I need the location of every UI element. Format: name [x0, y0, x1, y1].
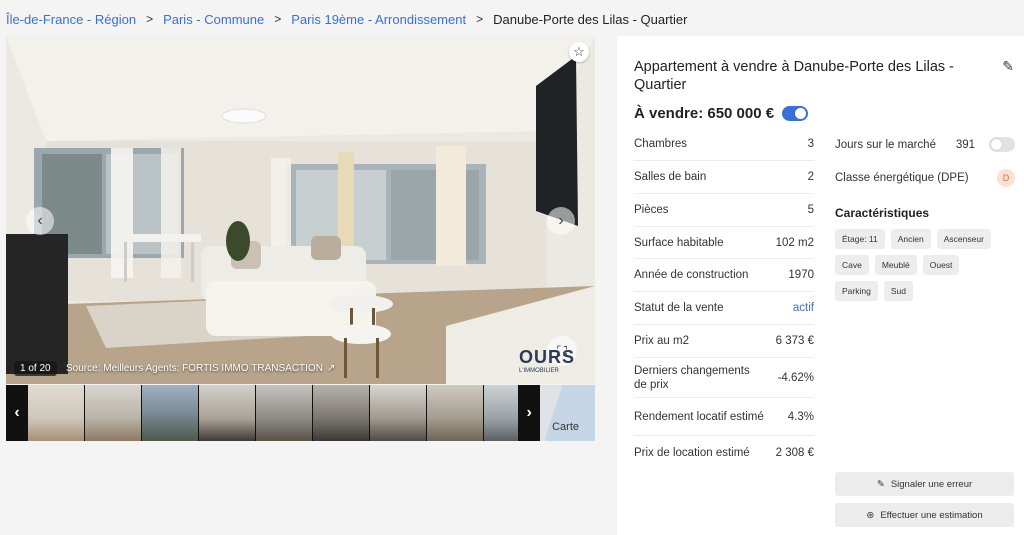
listing-panel: Appartement à vendre à Danube-Porte des … — [617, 36, 1024, 535]
sale-status-link[interactable]: actif — [793, 302, 814, 314]
edit-pencil-icon[interactable]: ✎ — [1002, 58, 1014, 75]
stat-value: -4.62% — [777, 371, 814, 384]
sale-status-toggle[interactable] — [782, 106, 809, 121]
chevron-right-icon[interactable]: › — [547, 207, 575, 235]
stat-value: 2 308 € — [775, 447, 814, 459]
breadcrumb-arrondissement[interactable]: Paris 19ème - Arrondissement — [291, 12, 466, 27]
stat-label: Statut de la vente — [634, 302, 724, 314]
thumbnail[interactable] — [198, 385, 255, 441]
breadcrumb-separator: > — [476, 12, 484, 26]
stat-label: Surface habitable — [634, 236, 724, 249]
stat-value: 5 — [807, 204, 814, 216]
thumbnail-list — [27, 385, 519, 441]
stat-value: 4.3% — [787, 410, 814, 423]
stat-value: 102 m2 — [775, 236, 814, 249]
thumbnail[interactable] — [255, 385, 312, 441]
report-error-button[interactable]: ✎ Signaler une erreur — [835, 472, 1014, 496]
breadcrumb-separator: > — [146, 12, 154, 26]
days-on-market-value: 391 — [955, 138, 975, 151]
report-error-icon: ✎ — [876, 478, 885, 490]
stat-label: Année de construction — [634, 269, 749, 281]
thumbnail[interactable] — [369, 385, 426, 441]
map-thumbnail[interactable]: Carte — [540, 385, 596, 441]
days-on-market-row: Jours sur le marché 391 — [835, 128, 1015, 161]
thumbnail[interactable] — [483, 385, 519, 441]
report-error-label: Signaler une erreur — [890, 478, 973, 490]
breadcrumb: Île-de-France - Région > Paris - Commune… — [6, 10, 687, 28]
thumbnail-prev-arrow-icon[interactable]: ‹ — [6, 385, 28, 441]
stat-label: Pièces — [634, 204, 669, 216]
stat-label: Derniers changements de prix — [634, 364, 750, 391]
photo-source-text: Source: Meilleurs Agents: FORTIS IMMO TR… — [66, 363, 323, 374]
thumbnail-next-arrow-icon[interactable]: › — [518, 385, 541, 441]
stat-value: 3 — [807, 138, 814, 150]
features-title: Caractéristiques — [835, 206, 930, 220]
request-estimate-button[interactable]: ⊛ Effectuer une estimation — [835, 503, 1014, 527]
breadcrumb-region[interactable]: Île-de-France - Région — [6, 12, 136, 27]
thumbnail[interactable] — [27, 385, 84, 441]
estimate-label: Effectuer une estimation — [880, 509, 983, 521]
thumbnail-strip: ‹ › Carte — [6, 385, 596, 441]
property-stats: Chambres 3 Salles de bain 2 Pièces 5 Surfac… — [634, 128, 814, 470]
stat-row: Salles de bain 2 — [634, 161, 814, 194]
agency-watermark: OURS L'IMMOBILIER — [519, 347, 575, 374]
energy-class-label: Classe énergétique (DPE) — [835, 171, 969, 184]
photo-source[interactable]: Source: Meilleurs Agents: FORTIS IMMO TR… — [62, 361, 339, 376]
feature-tag: Meublé — [874, 255, 917, 275]
feature-tag: Parking — [835, 281, 878, 301]
features-tags: Étage: 11 Ancien Ascenseur Cave Meublé O… — [835, 229, 995, 301]
chevron-left-icon[interactable]: ‹ — [26, 207, 54, 235]
map-label: Carte — [552, 421, 580, 433]
estimate-icon: ⊛ — [866, 509, 875, 521]
stat-row: Pièces 5 — [634, 194, 814, 227]
feature-tag: Sud — [883, 281, 913, 301]
stat-row: Derniers changements de prix -4.62% — [634, 358, 814, 398]
living-room-photo — [6, 36, 595, 384]
breadcrumb-separator: > — [274, 12, 282, 26]
feature-tag: Ascenseur — [936, 229, 991, 249]
watermark-text: OURS — [518, 347, 575, 367]
feature-tag: Ouest — [922, 255, 960, 275]
main-photo[interactable]: ☆ ‹ › ⛶ 1 of 20 Source: Meilleurs Agents… — [6, 36, 595, 384]
stat-row: Prix au m2 6 373 € — [634, 325, 814, 358]
thumbnail[interactable] — [84, 385, 141, 441]
feature-tag: Ancien — [890, 229, 931, 249]
stat-value: 1970 — [788, 269, 814, 281]
days-on-market-toggle[interactable] — [989, 137, 1015, 152]
feature-tag: Étage: 11 — [835, 229, 885, 249]
listing-title: Appartement à vendre à Danube-Porte des … — [634, 59, 954, 93]
external-link-icon: ↗ — [326, 363, 336, 374]
breadcrumb-current: Danube-Porte des Lilas - Quartier — [493, 11, 688, 27]
stat-label: Salles de bain — [634, 171, 707, 183]
stat-row: Surface habitable 102 m2 — [634, 227, 814, 259]
stat-value: 2 — [807, 171, 814, 183]
stat-row: Prix de location estimé 2 308 € — [634, 436, 814, 470]
stat-row: Rendement locatif estimé 4.3% — [634, 398, 814, 436]
energy-class-badge: D — [997, 168, 1015, 187]
stat-row: Chambres 3 — [634, 128, 814, 161]
stat-label: Prix de location estimé — [634, 447, 750, 459]
feature-tag: Cave — [835, 255, 869, 275]
stat-label: Chambres — [634, 138, 688, 150]
thumbnail[interactable] — [141, 385, 198, 441]
stat-label: Rendement locatif estimé — [634, 410, 764, 423]
favorite-star-icon[interactable]: ☆ — [569, 42, 589, 62]
photo-counter: 1 of 20 — [14, 361, 57, 376]
days-on-market-label: Jours sur le marché — [835, 138, 936, 151]
price-row: À vendre: 650 000 € — [634, 105, 809, 122]
thumbnail[interactable] — [312, 385, 369, 441]
sale-price: À vendre: 650 000 € — [634, 105, 775, 122]
thumbnail[interactable] — [426, 385, 483, 441]
listing-side-info: Jours sur le marché 391 Classe énergétiq… — [835, 128, 1015, 301]
breadcrumb-commune[interactable]: Paris - Commune — [163, 12, 264, 27]
stat-value: 6 373 € — [775, 335, 814, 347]
energy-class-row: Classe énergétique (DPE) D — [835, 161, 1015, 194]
stat-label: Prix au m2 — [634, 335, 689, 347]
stat-row: Statut de la vente actif — [634, 292, 814, 325]
watermark-subtext: L'IMMOBILIER — [518, 368, 559, 374]
stat-row: Année de construction 1970 — [634, 259, 814, 292]
